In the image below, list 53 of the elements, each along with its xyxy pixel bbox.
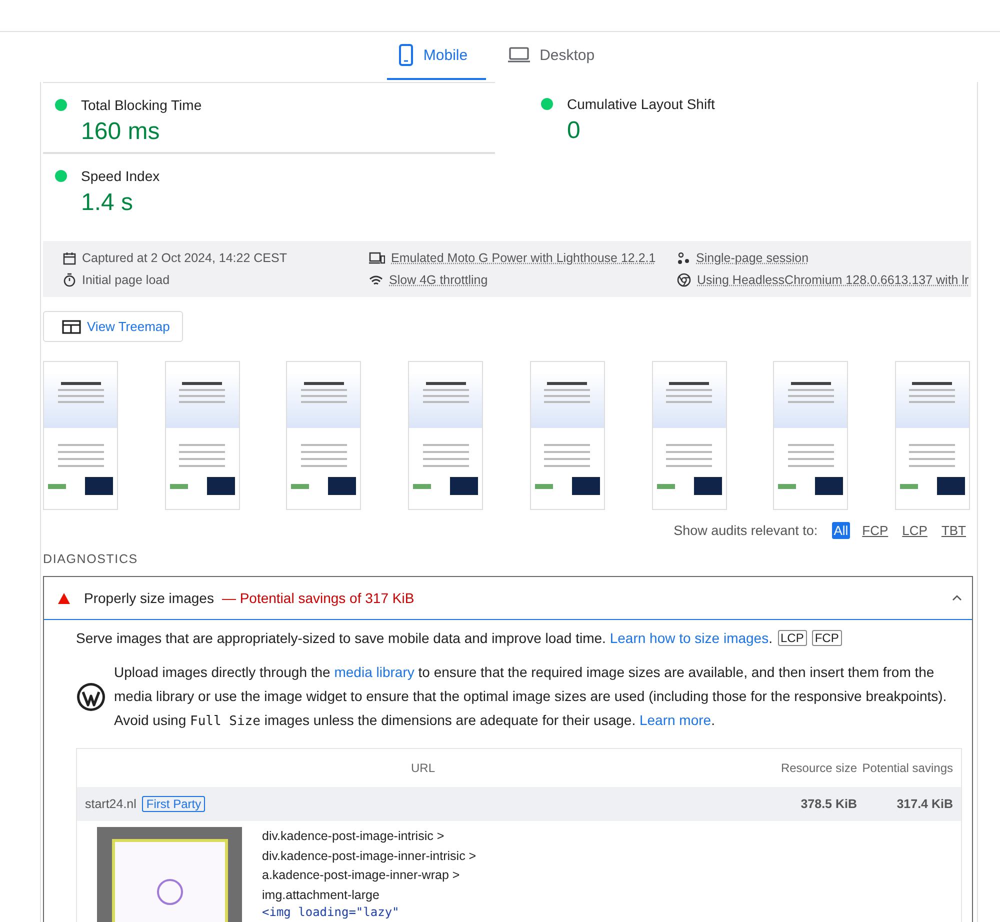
- selector-text: img.attachment-large: [262, 886, 380, 904]
- section-title: DIAGNOSTICS: [43, 552, 139, 566]
- metric-name: Cumulative Layout Shift: [567, 96, 715, 112]
- metric-tag: LCP: [778, 630, 807, 646]
- selector-text: div.kadence-post-image-inner-intrisic >: [262, 848, 476, 865]
- metric-value: 0: [567, 117, 582, 145]
- wordpress-logo-icon: [76, 682, 106, 712]
- environment-text: Single-page session: [696, 251, 809, 265]
- audit-description: Serve images that are appropriately-sized to save mobile data and improve load time. Learn how to size images.: [76, 630, 772, 646]
- selector-text: a.kadence-post-image-inner-wrap >: [262, 867, 461, 884]
- calendar-icon: [63, 252, 76, 264]
- stopwatch-icon: [63, 273, 76, 287]
- selector-text: div.kadence-post-image-intrisic >: [262, 828, 446, 845]
- audit-header[interactable]: Properly size images — Potential savings of 317 KiB: [44, 577, 972, 620]
- signal-icon: [369, 274, 383, 286]
- view-treemap-button[interactable]: View Treemap: [43, 311, 183, 342]
- code-snippet: <img loading="lazy": [262, 905, 400, 919]
- table-cell-text: 378.5 KiB: [800, 797, 857, 811]
- monitor-icon: [508, 47, 530, 63]
- environment-text: Initial page load: [82, 273, 170, 287]
- audit-filter-chip[interactable]: FCP: [860, 522, 890, 539]
- environment-text: Captured at 2 Oct 2024, 14:22 CEST: [82, 251, 287, 265]
- table-cell-text: 317.4 KiB: [896, 797, 953, 811]
- devices-icon: [369, 252, 385, 264]
- dots-icon: [677, 252, 690, 264]
- learn-more-link[interactable]: Learn more: [639, 712, 712, 728]
- column-header: URL: [410, 761, 436, 775]
- filter-label: Show audits relevant to:: [674, 523, 818, 538]
- device-tab[interactable]: Desktop: [496, 32, 613, 80]
- environment-text: Slow 4G throttling: [389, 273, 488, 287]
- audit-title: Properly size images: [84, 590, 214, 606]
- environment-text: Emulated Moto G Power with Lighthouse 12.2.1: [391, 251, 656, 265]
- metric-tag: FCP: [812, 630, 842, 646]
- column-header: Resource size: [780, 761, 857, 775]
- stack-pack-text: Upload images directly through the media library to ensure that the required image sizes are available, and then insert them from the media library or use the image widget to ensure that the optimal image sizes are used (including those for the responsive breakpoints). Avoid using Full Size images unless the dimensions are adequate for their usage. Learn more.: [114, 663, 948, 731]
- audit-savings: — Potential savings of 317 KiB: [222, 590, 414, 606]
- media-library-link[interactable]: media library: [334, 664, 414, 680]
- phone-icon: [399, 44, 414, 66]
- metric-name: Total Blocking Time: [81, 97, 202, 113]
- column-header: Potential savings: [861, 761, 953, 775]
- audit-filter-chip[interactable]: TBT: [939, 522, 968, 539]
- environment-text: Using HeadlessChromium 128.0.6613.137 with lr: [697, 273, 969, 287]
- domain-text: start24.nl: [85, 797, 136, 811]
- party-badge: First Party: [142, 796, 206, 812]
- device-tab[interactable]: Mobile: [387, 32, 486, 80]
- metric-name: Speed Index: [81, 168, 160, 184]
- browser-icon: [677, 273, 691, 287]
- audit-filter-chip[interactable]: LCP: [900, 522, 930, 539]
- metric-value: 160 ms: [81, 118, 161, 146]
- treemap-icon: [62, 320, 81, 334]
- audit-filter-chip[interactable]: All: [832, 522, 850, 539]
- learn-link[interactable]: Learn how to size images: [610, 630, 769, 646]
- metric-value: 1.4 s: [81, 189, 134, 217]
